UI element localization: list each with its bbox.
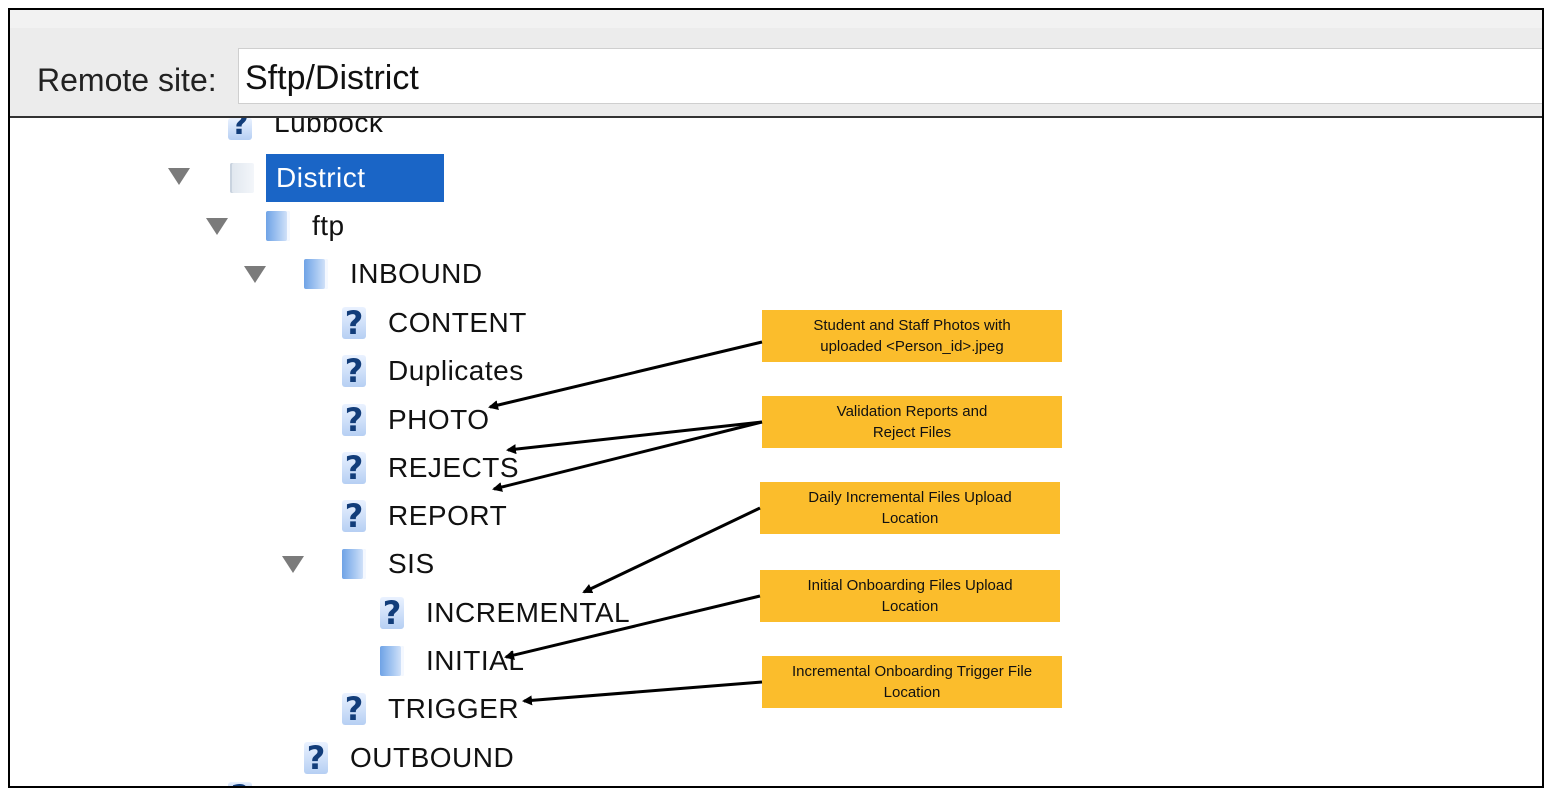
folder-icon (266, 211, 290, 241)
disclosure-triangle-inbound[interactable] (244, 266, 266, 283)
question-icon: ? (342, 452, 366, 484)
callout-photo: Student and Staff Photos with uploaded <P… (762, 310, 1062, 362)
tree-item-rejects[interactable]: ? REJECTS (342, 448, 519, 488)
question-icon: ? (342, 500, 366, 532)
callout-line: Reject Files (872, 424, 952, 441)
tree-item-sis[interactable]: SIS (342, 544, 435, 584)
tree-item-label: Duplicates (388, 355, 524, 386)
tree-item-ftp[interactable]: ftp (266, 206, 345, 246)
tree-item-label: INBOUND (350, 258, 483, 289)
callout-line: Location (881, 598, 939, 615)
folder-icon (380, 646, 404, 676)
tree-item-label: SIS (388, 548, 435, 579)
question-icon: ? (304, 742, 328, 774)
callout-line: Incremental Onboarding Trigger File (791, 663, 1033, 680)
tree-item-label: OUTBOUND (350, 742, 515, 773)
tree-item-incremental[interactable]: ? INCREMENTAL (380, 593, 630, 633)
callout-line: Location (883, 684, 941, 701)
question-icon: ? (380, 597, 404, 629)
tree-item-label: Lubbock (274, 118, 384, 134)
tree-item-inbound[interactable]: INBOUND (304, 254, 483, 294)
callout-line: Student and Staff Photos with (813, 317, 1011, 334)
callout-line: Location (881, 510, 939, 527)
tree-item-district[interactable]: District (230, 154, 444, 202)
question-icon: ? (228, 118, 252, 140)
question-icon: ? (342, 307, 366, 339)
callout-incremental: Daily Incremental Files Upload Location (760, 482, 1060, 534)
tree-item-label: CONTENT (388, 307, 527, 338)
tree-item-label: INCREMENTAL (426, 597, 631, 628)
folder-icon (304, 259, 328, 289)
tree-item-duplicates[interactable]: ? Duplicates (342, 351, 524, 391)
remote-site-bar: Remote site: Sftp/District (10, 10, 1542, 118)
tree-item-label: INITIAL (426, 645, 525, 676)
tree-item-label: PHOTO (388, 404, 490, 435)
disclosure-triangle-sis[interactable] (282, 556, 304, 573)
tree-item-partial[interactable]: ? (228, 782, 274, 786)
callout-line: Validation Reports and (836, 403, 988, 420)
disclosure-triangle-ftp[interactable] (206, 218, 228, 235)
tree-item-label: District (266, 154, 444, 202)
question-icon: ? (342, 404, 366, 436)
question-icon: ? (228, 782, 252, 786)
tree-item-label: REJECTS (388, 452, 520, 483)
tree-item-label: REPORT (388, 500, 508, 531)
callout-line: Daily Incremental Files Upload (808, 489, 1012, 506)
disclosure-triangle-district[interactable] (168, 168, 190, 185)
callout-line: uploaded <Person_id>.jpeg (820, 338, 1004, 355)
tree-item-content[interactable]: ? CONTENT (342, 303, 527, 343)
tree-item-report[interactable]: ? REPORT (342, 496, 507, 536)
tree-item-label: TRIGGER (388, 693, 520, 724)
callout-trigger: Incremental Onboarding Trigger File Locat… (762, 656, 1062, 708)
callout-reports: Validation Reports and Reject Files (762, 396, 1062, 448)
tree-item-label: ftp (312, 210, 345, 241)
tree-item-initial[interactable]: INITIAL (380, 641, 524, 681)
header-strip (10, 10, 1542, 28)
remote-site-label: Remote site: (37, 62, 217, 98)
callout-initial: Initial Onboarding Files Upload Location (760, 570, 1060, 622)
folder-icon (342, 549, 366, 579)
tree-item-outbound[interactable]: ? OUTBOUND (304, 738, 514, 778)
question-icon: ? (342, 355, 366, 387)
folder-icon (230, 163, 254, 193)
tree-item-photo[interactable]: ? PHOTO (342, 400, 490, 440)
tree-item-trigger[interactable]: ? TRIGGER (342, 689, 519, 729)
tree-item-lubbock[interactable]: ? Lubbock (228, 118, 383, 140)
question-icon: ? (342, 693, 366, 725)
callout-line: Initial Onboarding Files Upload (807, 577, 1013, 594)
remote-site-input[interactable]: Sftp/District (238, 48, 1542, 104)
